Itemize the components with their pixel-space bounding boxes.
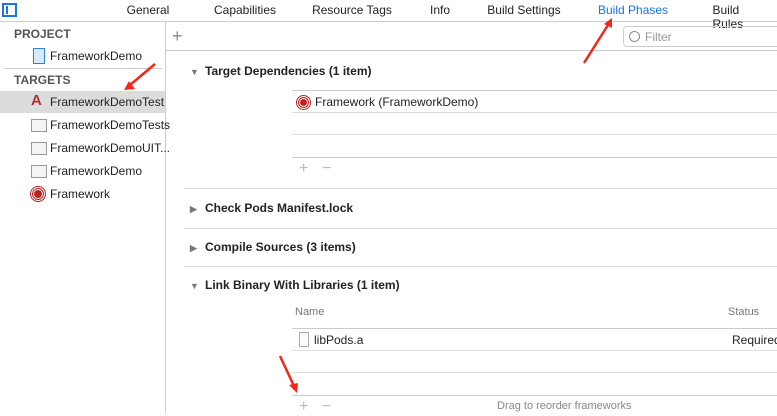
annotation-arrows <box>124 18 612 393</box>
arrow-annotation <box>129 63 156 86</box>
arrow-annotation <box>582 24 610 64</box>
arrow-annotation <box>278 355 296 387</box>
